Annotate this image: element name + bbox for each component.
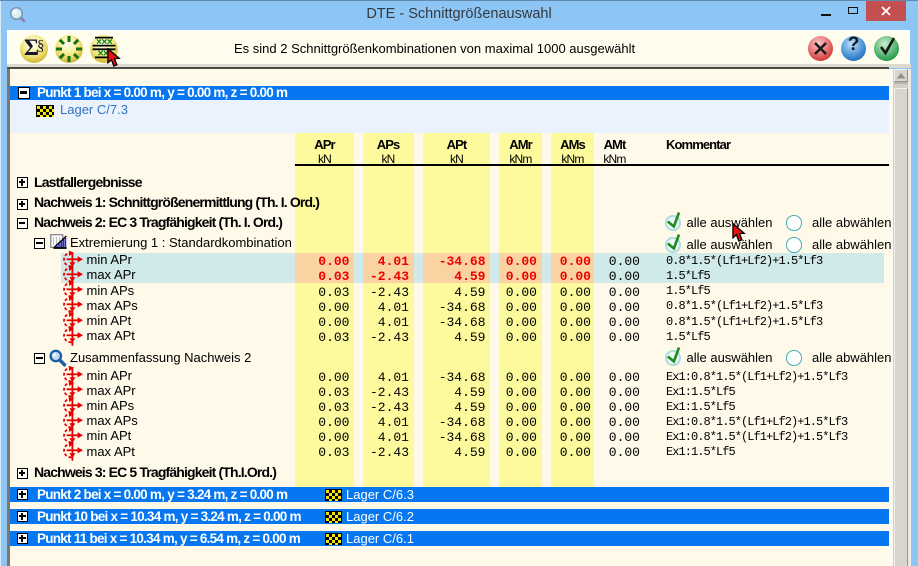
svg-text:×××: ××× — [96, 37, 113, 48]
